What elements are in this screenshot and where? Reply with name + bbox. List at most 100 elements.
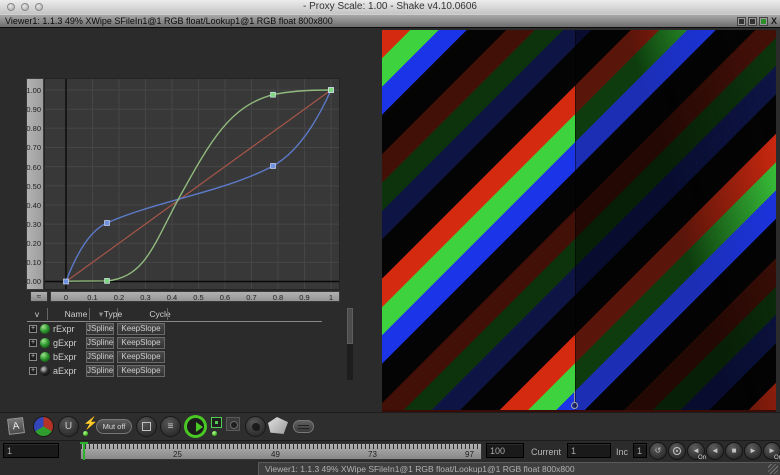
- channel-visibility-icon[interactable]: [40, 352, 50, 362]
- refresh-arrow-icon: [196, 422, 203, 432]
- header-type[interactable]: Type: [91, 309, 135, 319]
- keyframe-marker[interactable]: [64, 279, 69, 284]
- frame-ruler[interactable]: 25 49 73 97: [80, 443, 482, 460]
- curve-x-axis[interactable]: 0 0.1 0.2 0.3 0.4 0.5 0.6 0.7 0.8 0.9 1: [50, 291, 340, 302]
- cycle-button[interactable]: KeepSlope: [117, 323, 165, 335]
- play-backward-icon: ◄: [711, 446, 719, 455]
- table-scrollbar[interactable]: [347, 308, 353, 380]
- color-wheel-button[interactable]: [33, 416, 54, 437]
- current-label: Current: [531, 447, 561, 457]
- viewer-node-icon[interactable]: [759, 17, 768, 26]
- pan-swirl-icon: ≈: [37, 292, 41, 301]
- mask-page-icon[interactable]: [268, 417, 288, 434]
- type-button[interactable]: JSpline: [86, 351, 114, 363]
- sync-dot-icon: [215, 421, 218, 424]
- header-v[interactable]: v: [29, 309, 45, 319]
- window-title: - Proxy Scale: 1.00 - Shake v4.10.0606: [0, 1, 780, 12]
- y-tick: 1.00: [26, 86, 41, 95]
- expand-icon[interactable]: +: [29, 353, 37, 361]
- render-dot-icon: [230, 421, 238, 429]
- type-button[interactable]: JSpline: [86, 323, 114, 335]
- mute-button[interactable]: Mut off: [96, 419, 132, 434]
- y-tick: 0.40: [26, 201, 41, 210]
- table-row[interactable]: + rExpr JSpline KeepSlope: [27, 322, 322, 336]
- render-flag-button[interactable]: [226, 417, 240, 431]
- inc-label: Inc: [616, 447, 628, 457]
- x-tick: 0.8: [267, 293, 289, 302]
- channel-select-button[interactable]: ≡: [160, 416, 181, 437]
- cycle-button[interactable]: KeepSlope: [117, 337, 165, 349]
- range-start-input[interactable]: 1: [3, 443, 59, 458]
- curve-plot[interactable]: [44, 78, 340, 290]
- expand-icon[interactable]: +: [29, 325, 37, 333]
- viewer-tabbar[interactable]: Viewer1: 1.1.3 49% XWipe SFileIn1@1 RGB …: [0, 14, 780, 28]
- y-tick: 0.20: [26, 239, 41, 248]
- realtime-button[interactable]: [668, 442, 686, 460]
- type-button[interactable]: JSpline: [86, 365, 114, 377]
- curve-table-header: v Name ▾ Type Cycle: [27, 308, 322, 322]
- x-tick: 0.7: [241, 293, 263, 302]
- stop-button[interactable]: ■: [725, 442, 743, 460]
- crop-region-button[interactable]: [136, 416, 157, 437]
- curve-name[interactable]: aExpr: [53, 366, 77, 376]
- curve-name[interactable]: bExpr: [53, 352, 77, 362]
- curve-name[interactable]: rExpr: [53, 324, 75, 334]
- expand-icon[interactable]: +: [29, 339, 37, 347]
- realtime-icon: [673, 447, 681, 455]
- curve-name[interactable]: gExpr: [53, 338, 77, 348]
- sync-led-icon: [212, 431, 217, 436]
- viewer-close-icon[interactable]: X: [771, 16, 777, 26]
- wipe-handle[interactable]: [571, 402, 578, 409]
- curve-y-axis[interactable]: 1.00 0.90 0.80 0.70 0.60 0.50 0.40 0.30 …: [26, 78, 44, 290]
- keyframe-marker[interactable]: [271, 164, 276, 169]
- increment-input[interactable]: 1: [633, 443, 647, 458]
- playhead[interactable]: [83, 442, 85, 460]
- play-forward-button[interactable]: ►: [744, 442, 762, 460]
- key-forward-icon: ►: [768, 446, 776, 455]
- more-options-button[interactable]: [293, 420, 314, 433]
- expand-icon[interactable]: +: [29, 367, 37, 375]
- shake-window: - Proxy Scale: 1.00 - Shake v4.10.0606 V…: [0, 0, 780, 475]
- header-cycle[interactable]: Cycle: [135, 309, 185, 319]
- table-row[interactable]: + gExpr JSpline KeepSlope: [27, 336, 322, 350]
- viewer-split-icon[interactable]: [748, 17, 757, 26]
- current-frame-input[interactable]: 1: [567, 443, 611, 458]
- x-tick: 1: [320, 293, 342, 302]
- table-row[interactable]: + aExpr JSpline KeepSlope: [27, 364, 322, 378]
- key-back-button[interactable]: ◄On: [687, 442, 705, 460]
- type-button[interactable]: JSpline: [86, 337, 114, 349]
- frame-sync-button[interactable]: [211, 417, 222, 428]
- key-forward-button[interactable]: ►On: [763, 442, 780, 460]
- table-row[interactable]: + bExpr JSpline KeepSlope: [27, 350, 322, 364]
- on-label: On: [774, 455, 780, 461]
- roto-view-button[interactable]: [245, 416, 266, 437]
- proxy-led-icon: [83, 431, 88, 436]
- viewer-layout-icon[interactable]: [737, 17, 746, 26]
- compare-button[interactable]: A: [7, 417, 25, 435]
- keyframe-marker[interactable]: [271, 92, 276, 97]
- cycle-button[interactable]: KeepSlope: [117, 351, 165, 363]
- keyframe-marker[interactable]: [105, 221, 110, 226]
- play-backward-button[interactable]: ◄: [706, 442, 724, 460]
- curves-svg: [45, 79, 339, 289]
- channel-visibility-icon[interactable]: [40, 366, 50, 376]
- update-mode-button[interactable]: U: [58, 416, 79, 437]
- channel-visibility-icon[interactable]: [40, 338, 50, 348]
- loop-mode-button[interactable]: ↺: [649, 442, 667, 460]
- range-end-input[interactable]: 100: [486, 443, 524, 458]
- keyframe-marker[interactable]: [329, 88, 334, 93]
- pan-zoom-button[interactable]: ≈: [30, 291, 48, 302]
- scrollbar-thumb[interactable]: [347, 308, 353, 344]
- window-titlebar: - Proxy Scale: 1.00 - Shake v4.10.0606: [0, 0, 780, 15]
- y-tick: 0.10: [26, 258, 41, 267]
- x-tick: 0.5: [188, 293, 210, 302]
- resize-grip-icon[interactable]: [768, 464, 778, 474]
- wipe-seam[interactable]: [575, 30, 576, 410]
- channel-visibility-icon[interactable]: [40, 324, 50, 334]
- timeline: 1 25 49 73 97 100 Current 1 Inc 1 ↺ ◄On …: [0, 441, 780, 462]
- cycle-button[interactable]: KeepSlope: [117, 365, 165, 377]
- refresh-button[interactable]: [184, 415, 207, 438]
- image-viewer[interactable]: [382, 30, 776, 412]
- ruler-label: 73: [368, 450, 377, 459]
- keyframe-marker[interactable]: [105, 278, 110, 283]
